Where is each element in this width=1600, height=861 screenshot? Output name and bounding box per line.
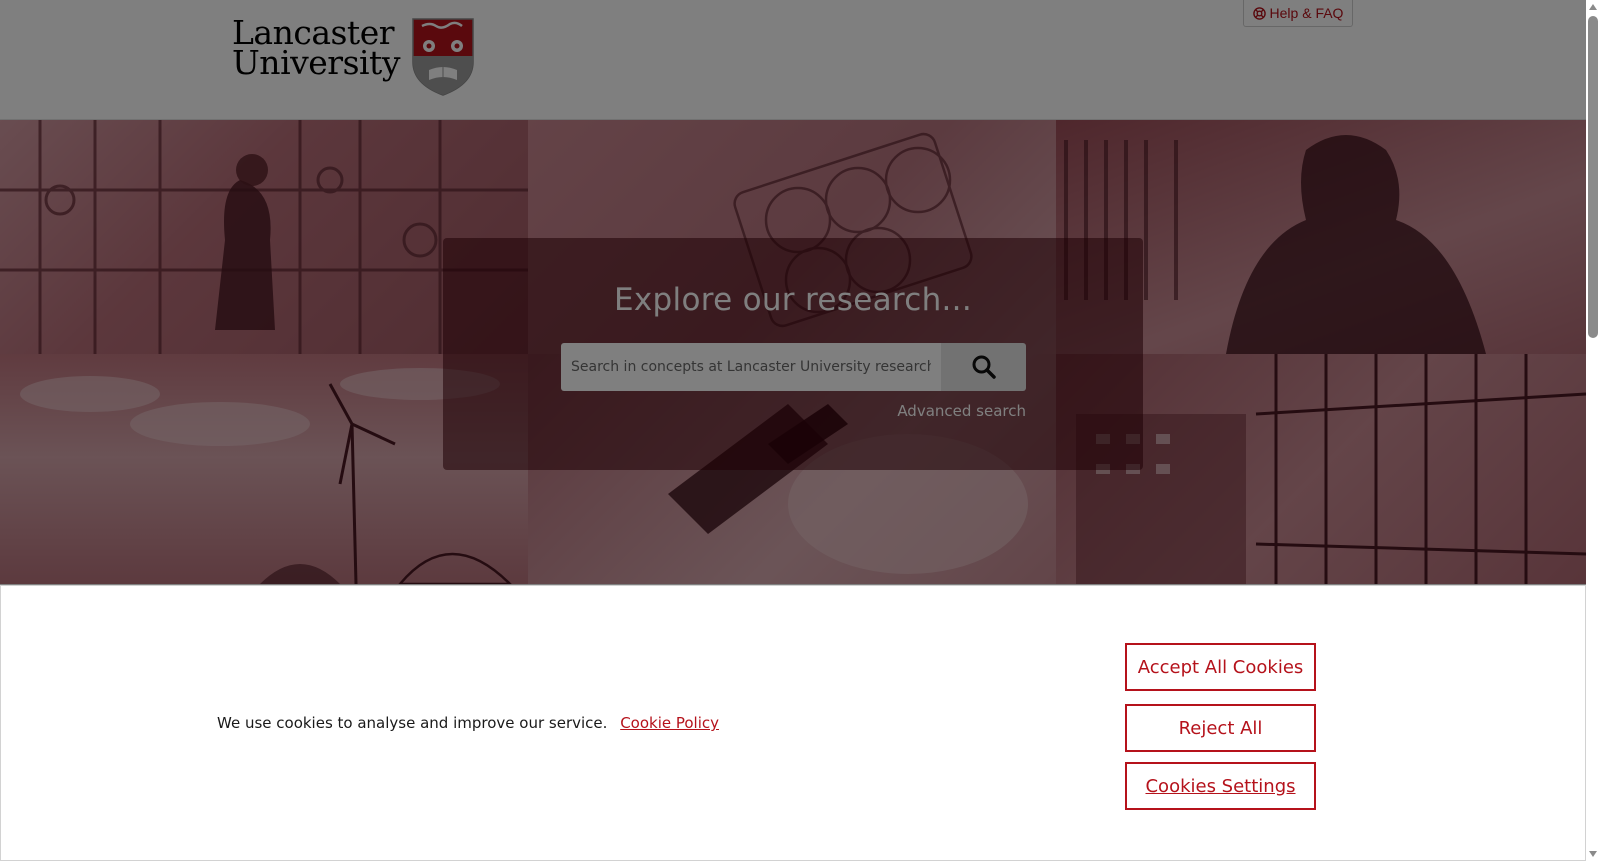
cookie-message-text: We use cookies to analyse and improve ou… bbox=[217, 714, 608, 732]
cookie-message: We use cookies to analyse and improve ou… bbox=[217, 714, 719, 732]
scroll-up-arrow-icon[interactable] bbox=[1586, 0, 1600, 14]
scrollbar-thumb[interactable] bbox=[1588, 16, 1598, 338]
cookies-settings-button[interactable]: Cookies Settings bbox=[1125, 762, 1316, 810]
vertical-scrollbar[interactable] bbox=[1586, 0, 1600, 861]
cookie-consent-banner: We use cookies to analyse and improve ou… bbox=[0, 585, 1586, 861]
reject-all-button[interactable]: Reject All bbox=[1125, 704, 1316, 752]
cookie-policy-link[interactable]: Cookie Policy bbox=[620, 714, 719, 732]
scroll-down-arrow-icon[interactable] bbox=[1586, 847, 1600, 861]
accept-all-cookies-button[interactable]: Accept All Cookies bbox=[1125, 643, 1316, 691]
